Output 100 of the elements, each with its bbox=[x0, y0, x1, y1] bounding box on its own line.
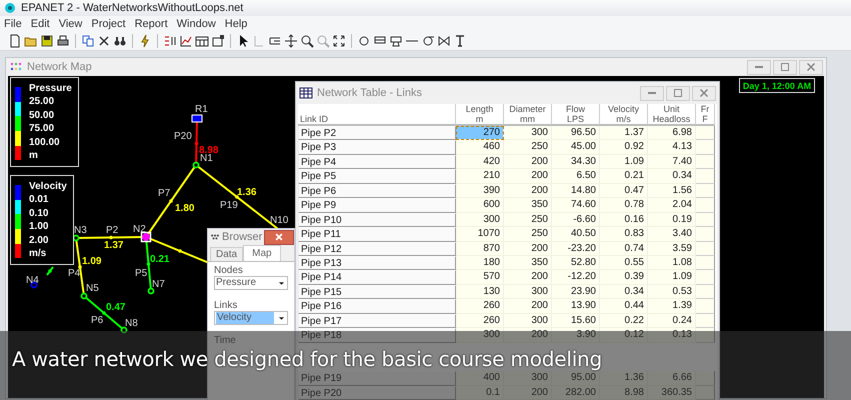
tab[interactable]: Map bbox=[243, 245, 281, 261]
table-cell: 1.09 bbox=[648, 270, 696, 285]
menu-item[interactable]: Help bbox=[224, 18, 248, 30]
table-cell: -23.20 bbox=[552, 242, 600, 256]
table-cell: 300 bbox=[504, 314, 552, 328]
blank-cell bbox=[696, 169, 715, 184]
column-header[interactable]: Link ID bbox=[298, 104, 456, 126]
table-cell: 0.39 bbox=[600, 270, 648, 285]
zoom-in-icon[interactable] bbox=[300, 34, 314, 48]
table-cell: 0.47 bbox=[600, 184, 648, 198]
menu-item[interactable]: View bbox=[58, 18, 82, 30]
blank-cell bbox=[696, 184, 715, 198]
pan-icon[interactable] bbox=[284, 34, 298, 48]
menu-item[interactable]: Window bbox=[176, 18, 216, 30]
menu-item[interactable]: Edit bbox=[30, 18, 50, 30]
valve-icon[interactable] bbox=[437, 34, 451, 48]
menu-item[interactable]: Report bbox=[134, 18, 168, 30]
row-header[interactable]: Pipe P19 bbox=[298, 371, 456, 386]
delete-icon[interactable] bbox=[97, 34, 111, 48]
save-icon[interactable] bbox=[40, 34, 54, 48]
blank-cell bbox=[696, 212, 715, 228]
table-cell: 260 bbox=[456, 314, 504, 328]
table-icon[interactable] bbox=[195, 34, 209, 48]
table-cell: 96.50 bbox=[552, 126, 600, 140]
maximize-button[interactable] bbox=[666, 86, 690, 100]
minimize-button[interactable] bbox=[640, 86, 664, 100]
text-tool-icon[interactable] bbox=[453, 34, 467, 48]
link-label: P2 bbox=[106, 225, 118, 236]
row-header[interactable]: Pipe P14 bbox=[298, 270, 456, 285]
column-header[interactable]: Velocity m/s bbox=[600, 104, 648, 126]
table-cell: 6.50 bbox=[552, 169, 600, 184]
column-header[interactable]: Length m bbox=[456, 104, 504, 126]
column-header[interactable]: Fr F bbox=[696, 104, 715, 126]
legend-value: 75.00 bbox=[29, 123, 56, 136]
dropdown[interactable]: Pressure bbox=[214, 276, 288, 290]
row-header[interactable]: Pipe P15 bbox=[298, 284, 456, 300]
menu-item[interactable]: File bbox=[4, 18, 22, 30]
node-label: N3 bbox=[74, 225, 87, 236]
table-cell: 350 bbox=[504, 256, 552, 270]
full-extent-icon[interactable] bbox=[332, 34, 346, 48]
blank-cell bbox=[696, 314, 715, 328]
blank-cell bbox=[696, 242, 715, 256]
row-header[interactable]: Pipe P4 bbox=[298, 154, 456, 170]
column-header[interactable]: Unit Headloss bbox=[648, 104, 696, 126]
legend-value: 25.00 bbox=[29, 96, 56, 109]
window-title: EPANET 2 - WaterNetworksWithoutLoops.net bbox=[21, 2, 244, 14]
binoculars-icon[interactable] bbox=[113, 34, 127, 48]
blank-cell bbox=[696, 386, 715, 400]
row-header[interactable]: Pipe P11 bbox=[298, 227, 456, 242]
row-header[interactable]: Pipe P17 bbox=[298, 314, 456, 328]
dropdown[interactable]: Velocity bbox=[214, 311, 288, 325]
tab[interactable]: Data bbox=[210, 247, 244, 261]
table-cell: 0.22 bbox=[600, 314, 648, 328]
options-icon[interactable] bbox=[211, 34, 225, 48]
table-cell: 250 bbox=[504, 212, 552, 228]
row-header[interactable]: Pipe P6 bbox=[298, 184, 456, 198]
table-cell: 0.19 bbox=[648, 212, 696, 228]
table-cell: 200 bbox=[504, 169, 552, 184]
row-header[interactable]: Pipe P16 bbox=[298, 299, 456, 314]
table-cell: 600 bbox=[456, 198, 504, 213]
column-header[interactable]: Diameter mm bbox=[504, 104, 552, 126]
row-header[interactable]: Pipe P18 bbox=[298, 328, 456, 343]
table-cell: 52.80 bbox=[552, 256, 600, 270]
row-header[interactable]: Pipe P5 bbox=[298, 169, 456, 184]
row-header[interactable]: Pipe P2 bbox=[298, 126, 456, 140]
menu-item[interactable]: Project bbox=[91, 18, 126, 30]
table-cell: 40.50 bbox=[552, 227, 600, 242]
table-cell: 250 bbox=[504, 227, 552, 242]
node-label: N7 bbox=[152, 279, 165, 290]
close-button[interactable] bbox=[264, 230, 294, 244]
row-header[interactable]: Pipe P9 bbox=[298, 198, 456, 213]
caption-text: A water network we designed for the basic course modeling bbox=[11, 349, 602, 370]
legend-unit: m bbox=[29, 150, 39, 162]
row-header[interactable]: Pipe P13 bbox=[298, 256, 456, 270]
table-cell: 0.24 bbox=[648, 314, 696, 328]
tank-icon[interactable] bbox=[389, 34, 403, 48]
table-cell: 7.40 bbox=[648, 154, 696, 170]
row-header[interactable]: Pipe P10 bbox=[298, 212, 456, 228]
table-cell: 4.13 bbox=[648, 140, 696, 155]
printer-icon[interactable] bbox=[56, 34, 70, 48]
minimize-button[interactable] bbox=[747, 60, 771, 74]
copy-icon[interactable] bbox=[81, 34, 95, 48]
field-label: Links bbox=[214, 300, 238, 311]
row-header[interactable]: Pipe P3 bbox=[298, 140, 456, 155]
graph-icon[interactable] bbox=[179, 34, 193, 48]
file-icon[interactable] bbox=[8, 34, 22, 48]
pump-icon[interactable] bbox=[421, 34, 435, 48]
node-label: R1 bbox=[195, 104, 208, 115]
time-label: Day 1, 12:00 AM bbox=[739, 78, 815, 93]
table-cell: -12.20 bbox=[552, 270, 600, 285]
table-cell: 0.34 bbox=[600, 284, 648, 300]
column-header[interactable]: Flow LPS bbox=[552, 104, 600, 126]
link-label: P19 bbox=[220, 200, 238, 211]
maximize-button[interactable] bbox=[773, 60, 797, 74]
link-value: 0.21 bbox=[150, 254, 170, 265]
circle-icon[interactable] bbox=[357, 34, 371, 48]
table-cell: 180 bbox=[456, 256, 504, 270]
window-title: Network Map bbox=[27, 61, 93, 73]
link-value: 0.47 bbox=[106, 302, 126, 313]
row-header[interactable]: Pipe P12 bbox=[298, 242, 456, 256]
